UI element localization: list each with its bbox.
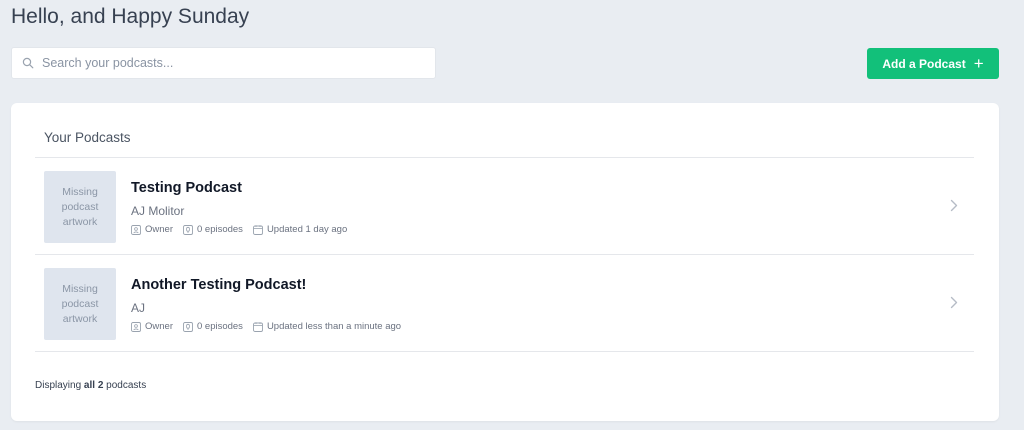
podcast-meta: Owner 0 episodes Updated less than a min… [131, 321, 411, 332]
user-icon [131, 224, 141, 235]
add-podcast-label: Add a Podcast [882, 56, 966, 71]
role-meta: Owner [131, 224, 173, 235]
podcast-artwork-placeholder: Missing podcast artwork [44, 171, 116, 243]
page-greeting: Hello, and Happy Sunday [11, 5, 250, 28]
search-icon [22, 57, 34, 69]
section-title: Your Podcasts [44, 130, 131, 145]
search-input[interactable] [42, 56, 422, 70]
user-icon [131, 321, 141, 332]
plus-icon: + [973, 54, 984, 73]
episodes-icon [183, 224, 193, 235]
chevron-right-icon[interactable] [950, 199, 958, 212]
role-meta: Owner [131, 321, 173, 332]
episodes-meta: 0 episodes [183, 224, 243, 235]
podcast-count-footer: Displaying all 2 podcasts [35, 380, 146, 391]
footer-prefix: Displaying [35, 380, 82, 391]
footer-count: all 2 [83, 380, 104, 391]
calendar-icon [252, 321, 263, 332]
role-label: Owner [145, 321, 173, 332]
podcast-row[interactable]: Missing podcast artwork Another Testing … [35, 255, 974, 351]
add-podcast-button[interactable]: Add a Podcast + [867, 48, 999, 79]
podcast-title[interactable]: Another Testing Podcast! [131, 277, 306, 293]
chevron-right-icon[interactable] [950, 296, 958, 309]
updated-meta: Updated 1 day ago [252, 224, 348, 235]
podcast-author: AJ [131, 301, 146, 315]
updated-label: Updated 1 day ago [266, 224, 348, 235]
podcasts-card: Your Podcasts Missing podcast artwork Te… [11, 103, 999, 421]
podcast-title[interactable]: Testing Podcast [131, 180, 242, 196]
episodes-count: 0 episodes [196, 321, 243, 332]
podcast-row[interactable]: Missing podcast artwork Testing Podcast … [35, 158, 974, 254]
podcast-meta: Owner 0 episodes Updated 1 day ago [131, 224, 357, 235]
episodes-count: 0 episodes [196, 224, 243, 235]
calendar-icon [252, 224, 263, 235]
footer-suffix: podcasts [106, 380, 147, 391]
episodes-meta: 0 episodes [183, 321, 243, 332]
updated-label: Updated less than a minute ago [266, 321, 402, 332]
search-box[interactable] [11, 47, 436, 79]
podcast-artwork-placeholder: Missing podcast artwork [44, 268, 116, 340]
divider [35, 351, 974, 352]
episodes-icon [183, 321, 193, 332]
updated-meta: Updated less than a minute ago [252, 321, 402, 332]
podcast-author: AJ Molitor [131, 204, 185, 218]
role-label: Owner [145, 224, 173, 235]
